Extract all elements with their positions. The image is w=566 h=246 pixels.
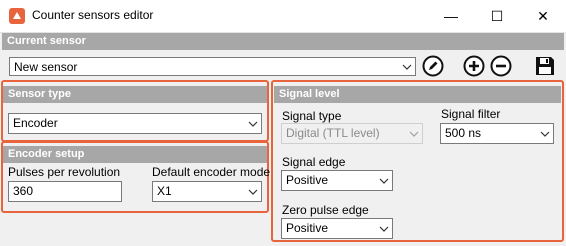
window-title: Counter sensors editor — [32, 8, 154, 22]
chevron-down-icon — [536, 124, 553, 143]
signal-filter-value: 500 ns — [445, 126, 482, 140]
app-icon — [9, 8, 25, 24]
chevron-down-icon — [405, 124, 422, 143]
minimize-button[interactable]: — — [428, 0, 474, 32]
signal-edge-value: Positive — [286, 173, 329, 187]
maximize-button[interactable]: ☐ — [474, 0, 520, 32]
sensor-type-header: Sensor type — [3, 86, 267, 103]
zero-pulse-edge-value: Positive — [286, 221, 329, 235]
default-encoder-mode-label: Default encoder mode — [152, 165, 271, 179]
signal-type-value: Digital (TTL level) — [286, 126, 380, 140]
current-sensor-select[interactable]: New sensor — [9, 57, 416, 76]
chevron-down-icon — [375, 219, 392, 238]
signal-level-header: Signal level — [274, 86, 561, 103]
title-bar: Counter sensors editor — ☐ ✕ — [0, 0, 566, 33]
chevron-down-icon — [244, 182, 261, 201]
signal-filter-label: Signal filter — [441, 107, 501, 121]
zero-pulse-edge-label: Zero pulse edge — [282, 203, 369, 217]
current-sensor-header: Current sensor — [2, 33, 564, 50]
default-encoder-mode-value: X1 — [157, 184, 172, 198]
pulses-per-revolution-input[interactable]: 360 — [8, 181, 122, 202]
pulses-per-revolution-label: Pulses per revolution — [8, 165, 121, 179]
chevron-down-icon — [375, 171, 392, 190]
zero-pulse-edge-select[interactable]: Positive — [281, 218, 393, 239]
sensor-type-select[interactable]: Encoder — [8, 113, 262, 134]
default-encoder-mode-select[interactable]: X1 — [152, 181, 262, 202]
signal-filter-select[interactable]: 500 ns — [440, 123, 554, 144]
signal-type-label: Signal type — [282, 109, 342, 123]
current-sensor-value: New sensor — [14, 60, 78, 74]
save-icon[interactable] — [534, 55, 556, 77]
signal-edge-label: Signal edge — [282, 155, 346, 169]
signal-type-select[interactable]: Digital (TTL level) — [281, 123, 423, 144]
chevron-down-icon — [398, 58, 415, 75]
add-icon[interactable] — [463, 55, 485, 77]
chevron-down-icon — [244, 114, 261, 133]
edit-icon[interactable] — [422, 55, 444, 77]
encoder-setup-header: Encoder setup — [3, 146, 267, 163]
sensor-type-value: Encoder — [13, 116, 58, 130]
remove-icon[interactable] — [490, 55, 512, 77]
signal-edge-select[interactable]: Positive — [281, 170, 393, 191]
close-button[interactable]: ✕ — [520, 0, 566, 32]
